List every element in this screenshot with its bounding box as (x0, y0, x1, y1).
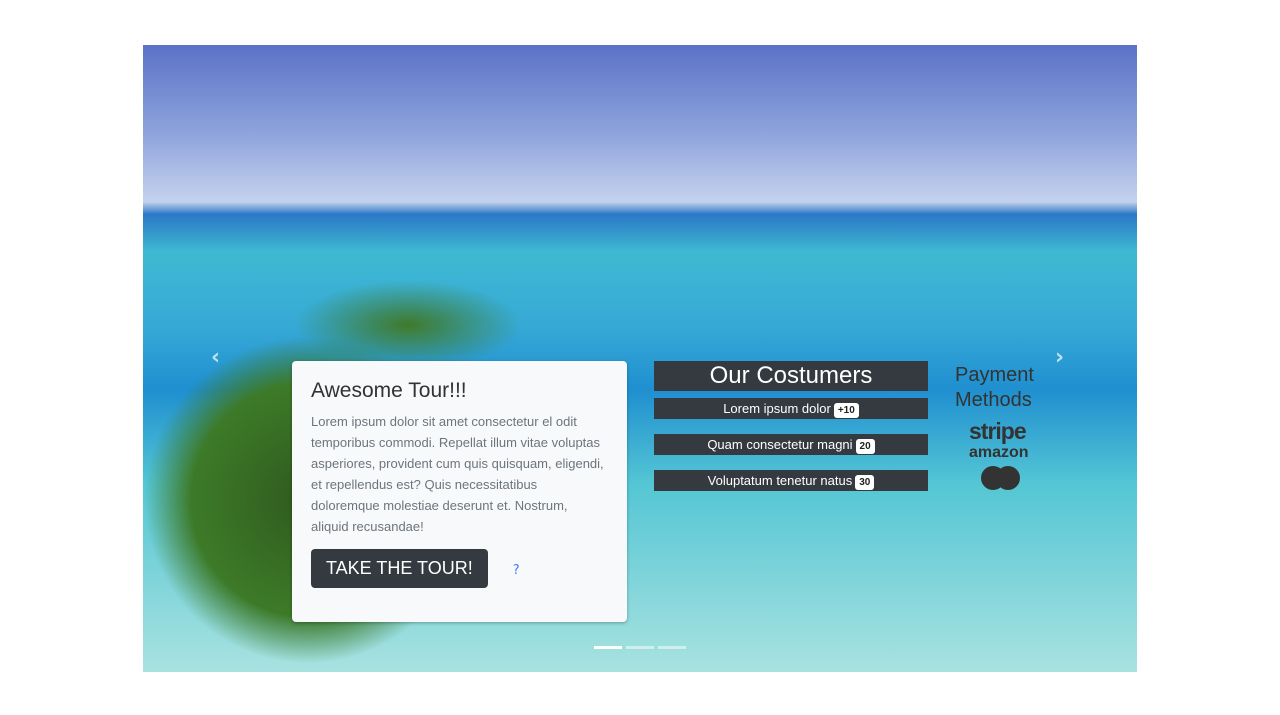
tour-card: Awesome Tour!!! Lorem ipsum dolor sit am… (292, 361, 627, 622)
payment-title: Payment Methods (955, 364, 1034, 411)
carousel-indicator-1[interactable] (594, 646, 622, 649)
island-image (293, 280, 523, 370)
card-text: Lorem ipsum dolor sit amet consectetur e… (311, 414, 604, 534)
card-title: Awesome Tour!!! (311, 379, 467, 402)
list-item: Lorem ipsum dolor +10 (654, 398, 928, 419)
customers-panel: Our Costumers Lorem ipsum dolor +10 Quam … (654, 361, 928, 506)
carousel-prev[interactable]: ‹ (211, 345, 220, 370)
chevron-left-icon: ‹ (211, 345, 221, 370)
mastercard-logo (981, 466, 1021, 490)
stripe-logo: stripe (969, 418, 1027, 444)
amazon-logo: amazon (969, 444, 1029, 461)
hero-carousel: ‹ › Awesome Tour!!! Lorem ipsum dolor si… (143, 45, 1137, 672)
carousel-indicator-3[interactable] (658, 646, 686, 649)
count-badge: +10 (833, 403, 859, 418)
list-item: Voluptatum tenetur natus 30 (654, 470, 928, 491)
help-link[interactable]: ? (513, 563, 520, 578)
payment-methods: Payment Methods stripe amazon (955, 363, 1045, 490)
count-badge: 30 (855, 475, 875, 490)
carousel-next[interactable]: › (1055, 345, 1064, 370)
carousel-indicator-2[interactable] (626, 646, 654, 649)
list-item: Quam consectetur magni 20 (654, 434, 928, 455)
customers-title: Our Costumers (654, 361, 928, 391)
take-tour-button[interactable]: TAKE THE TOUR! (311, 549, 488, 588)
count-badge: 20 (855, 439, 875, 454)
chevron-right-icon: › (1055, 345, 1065, 370)
